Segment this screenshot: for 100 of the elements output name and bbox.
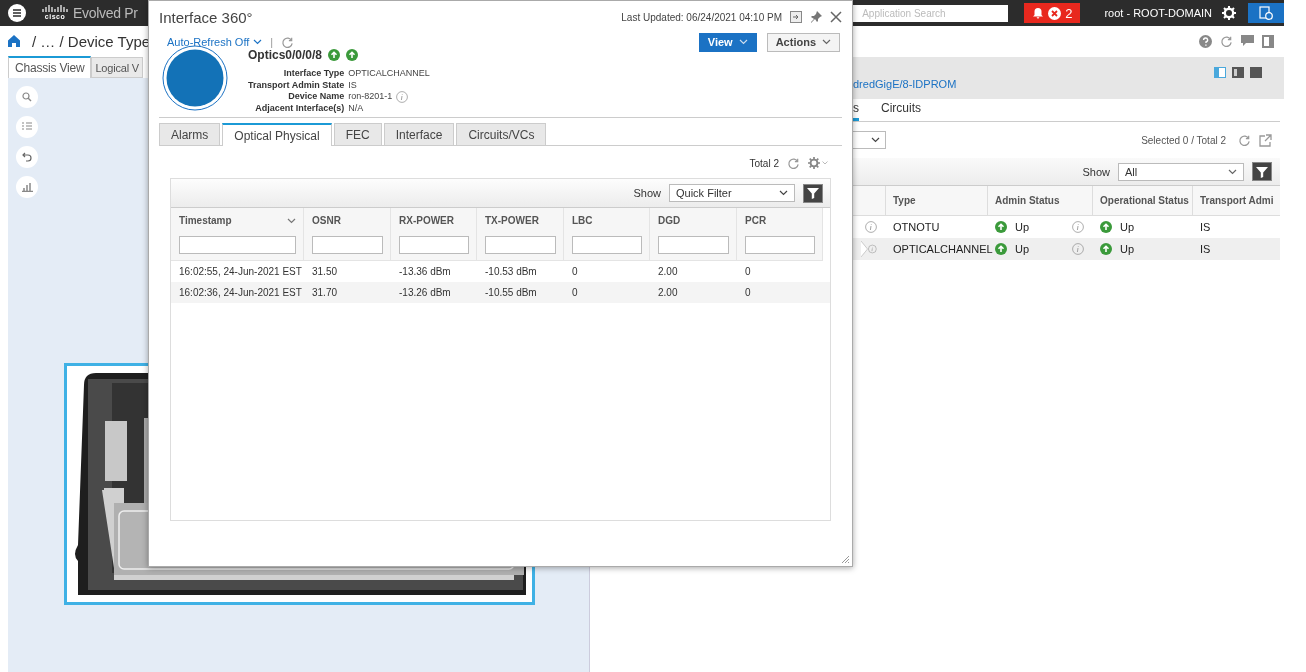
column-filter-field[interactable] [179, 236, 296, 254]
undo-icon [22, 152, 32, 162]
column-header[interactable]: DGD [658, 215, 681, 226]
table-cell: OPTICALCHANNEL [893, 243, 993, 255]
column-header[interactable]: Admin Status [995, 195, 1060, 206]
layout-full-icon[interactable] [1250, 66, 1262, 78]
chevron-down-icon [779, 190, 788, 196]
table-cell: 2.00 [658, 266, 678, 277]
table-cell: -13.26 dBm [399, 287, 451, 298]
column-header[interactable]: Transport Admi [1200, 195, 1274, 206]
last-updated: Last Updated: 06/24/2021 04:10 PM [621, 11, 782, 23]
search-button[interactable] [16, 86, 38, 108]
view-tab[interactable]: Chassis View [8, 56, 92, 78]
arrow-up-icon [328, 49, 341, 61]
interface-name: Optics0/0/0/8 [248, 48, 323, 62]
column-filter-field[interactable] [572, 236, 642, 254]
view-tab[interactable]: Logical V [91, 57, 143, 78]
window-button[interactable] [1248, 3, 1284, 23]
column-filter-field[interactable] [399, 236, 469, 254]
resize-grip-icon[interactable] [841, 555, 850, 564]
table-cell: 16:02:36, 24-Jun-2021 EST [179, 287, 302, 298]
search-icon [22, 92, 32, 102]
detail-tab[interactable]: Circuits [881, 101, 921, 121]
alarm-badge[interactable]: 2 [1024, 3, 1081, 23]
dialog-tab[interactable]: FEC [333, 123, 382, 145]
table-cell: OTNOTU [893, 221, 940, 233]
filter-button[interactable] [1252, 162, 1272, 181]
column-header[interactable]: Timestamp [179, 215, 232, 226]
close-icon[interactable] [830, 11, 842, 23]
actions-button[interactable]: Actions [766, 32, 840, 52]
menu-icon[interactable] [8, 4, 26, 22]
chart-button[interactable] [16, 176, 38, 198]
property-label: Adjacent Interface(s) [254, 103, 345, 115]
show-label: Show [1082, 165, 1110, 178]
arrow-up-icon [346, 49, 359, 61]
view-button[interactable]: View [698, 32, 757, 52]
refresh-icon[interactable] [1220, 34, 1233, 48]
table-cell: 2.00 [658, 287, 678, 298]
chat-icon[interactable] [1241, 35, 1254, 47]
table-cell: 16:02:55, 24-Jun-2021 EST [179, 266, 302, 277]
show-label: Show [633, 187, 661, 199]
home-icon[interactable] [8, 35, 20, 47]
table-cell: -10.55 dBm [485, 287, 537, 298]
refresh-icon[interactable] [787, 156, 800, 170]
table-cell: -13.36 dBm [399, 266, 451, 277]
column-filter-field[interactable] [658, 236, 729, 254]
total-count: Total 2 [749, 157, 779, 169]
table-cell: Up [1015, 221, 1030, 233]
list-icon [22, 122, 32, 132]
dialog-title: Interface 360° [159, 8, 253, 26]
column-filter-field[interactable] [485, 236, 556, 254]
property-value: ron-8201-1 [348, 91, 393, 103]
undo-button[interactable] [16, 146, 38, 168]
table-cell: 0 [745, 266, 751, 277]
property-value: OPTICALCHANNEL [348, 68, 430, 80]
user-name[interactable]: root - ROOT-DOMAIN [1104, 7, 1212, 19]
column-header[interactable]: Type [893, 195, 916, 206]
layout-split-icon[interactable] [1232, 66, 1244, 78]
info-icon[interactable] [1072, 221, 1084, 233]
info-icon[interactable] [865, 221, 877, 233]
quick-filter-select[interactable]: Quick Filter [669, 184, 795, 202]
dialog-tab[interactable]: Alarms [159, 123, 221, 145]
dialog-tab[interactable]: Circuits/VCs [456, 123, 547, 145]
table-cell: Up [1015, 243, 1030, 255]
info-icon[interactable] [396, 91, 409, 103]
column-header[interactable]: LBC [572, 215, 593, 226]
pin-icon[interactable] [810, 11, 822, 23]
column-filter-field[interactable] [312, 236, 383, 254]
filter-button[interactable] [803, 183, 823, 203]
refresh-icon[interactable] [1238, 133, 1251, 147]
show-select[interactable]: All [1118, 162, 1244, 181]
settings-icon[interactable] [1222, 6, 1236, 20]
expand-icon[interactable] [790, 11, 802, 23]
column-header[interactable]: RX-POWER [399, 215, 454, 226]
info-icon[interactable] [868, 243, 877, 255]
dialog-tab[interactable]: Interface [383, 123, 455, 145]
table-cell: Up [1120, 243, 1135, 255]
row-pointer-icon [861, 238, 869, 260]
property-label: Transport Admin State [248, 79, 345, 91]
interface-link[interactable]: dredGigE/8-IDPROM [853, 78, 957, 90]
info-icon[interactable] [1072, 243, 1084, 255]
column-filter-field[interactable] [745, 236, 815, 254]
dialog-tab[interactable]: Optical Physical [222, 123, 332, 146]
property-value: N/A [348, 103, 364, 115]
filter-icon [1256, 165, 1268, 178]
column-header[interactable]: OSNR [312, 215, 341, 226]
help-icon[interactable] [1199, 34, 1212, 48]
table-cell: 0 [745, 287, 751, 298]
layout-left-icon[interactable] [1214, 66, 1226, 78]
column-header[interactable]: Operational Status [1100, 195, 1189, 206]
column-header[interactable]: PCR [745, 215, 767, 226]
table-cell: 31.50 [312, 266, 338, 277]
panel-icon[interactable] [1262, 34, 1274, 48]
chevron-down-icon [871, 137, 880, 143]
export-icon[interactable] [1259, 133, 1272, 147]
product-name: Evolved Pr [73, 5, 138, 21]
refresh-icon[interactable] [281, 35, 295, 49]
selection-summary: Selected 0 / Total 2 [1141, 134, 1226, 146]
list-button[interactable] [16, 116, 38, 138]
column-header[interactable]: TX-POWER [485, 215, 539, 226]
